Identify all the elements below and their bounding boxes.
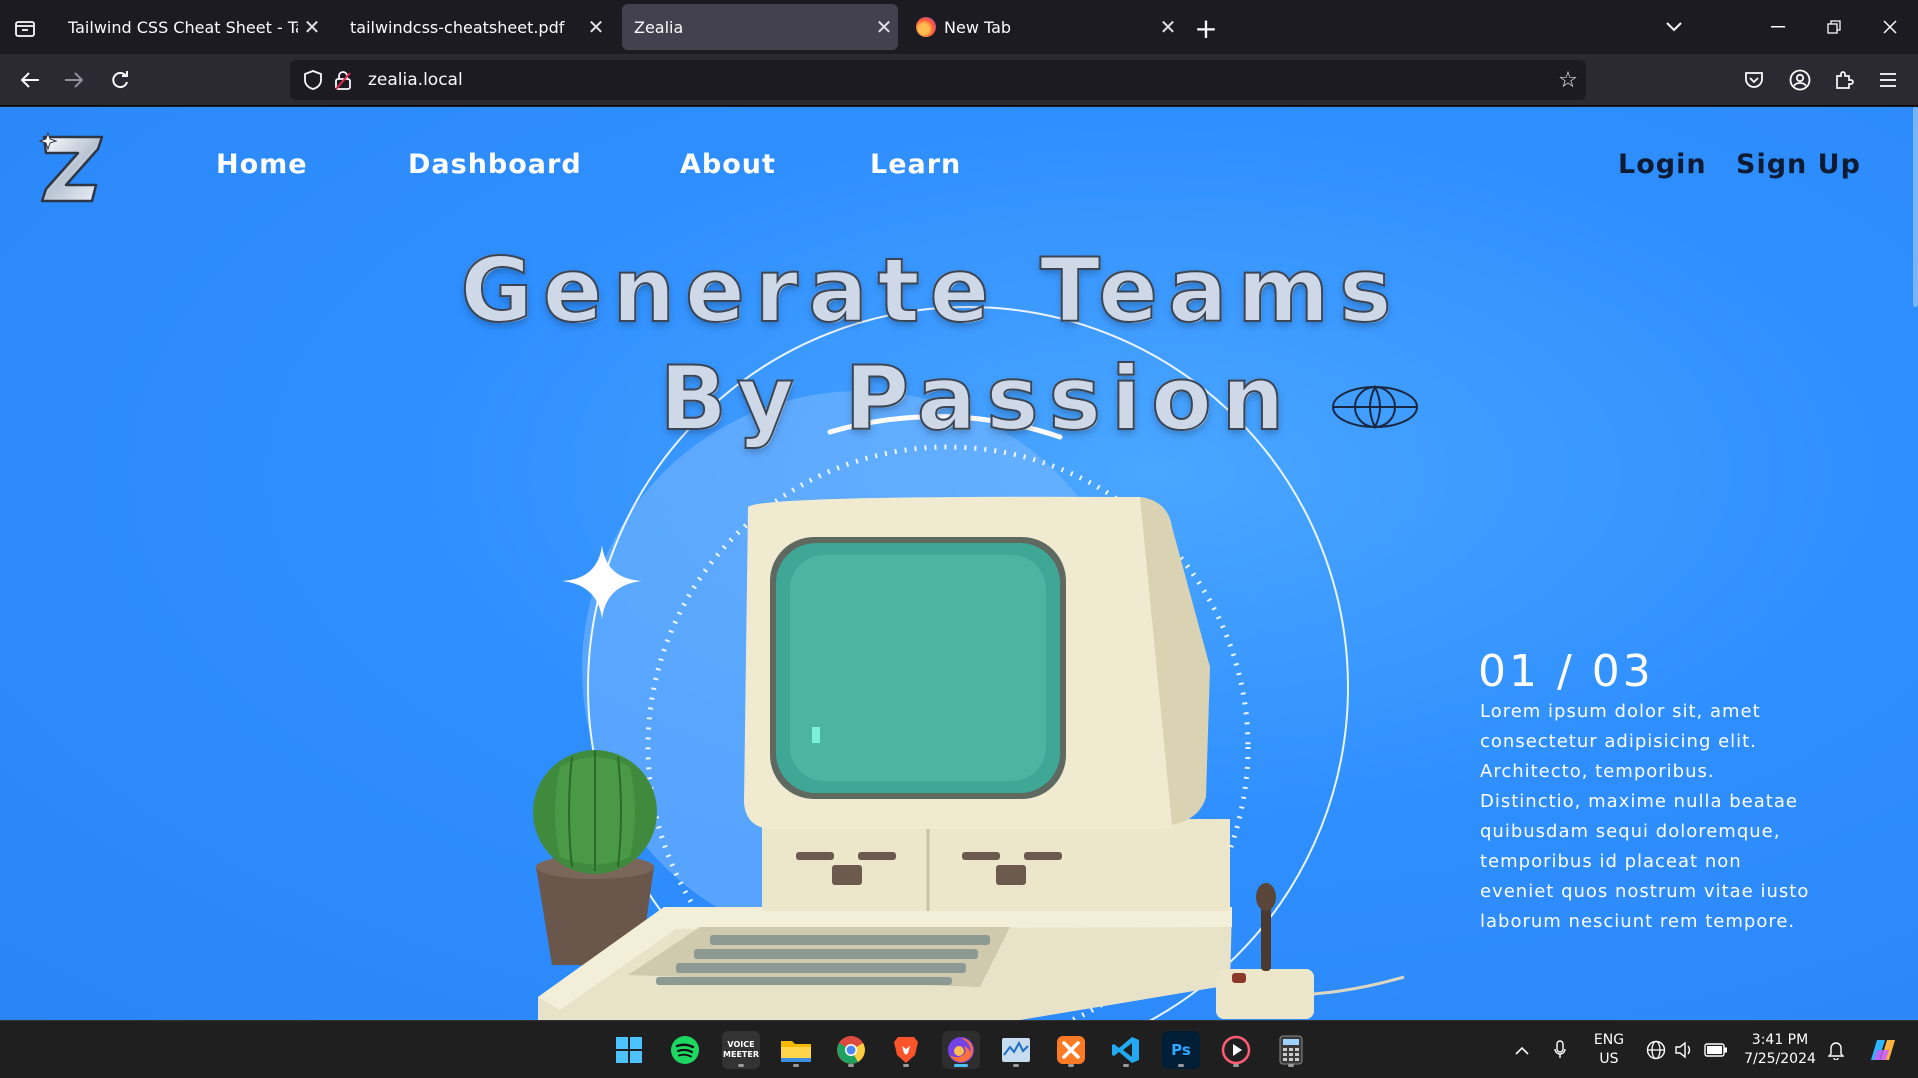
running-indicator bbox=[848, 1064, 854, 1067]
windows-taskbar: VOICE MEETER Ps ENG US 3:41 PM 7/25/2024 bbox=[0, 1020, 1918, 1078]
close-icon[interactable]: ✕ bbox=[582, 13, 610, 41]
minimize-icon[interactable] bbox=[1758, 10, 1798, 44]
language-label: ENG bbox=[1593, 1032, 1625, 1048]
tab-strip: Tailwind CSS Cheat Sheet - Tailwind ✕ ta… bbox=[0, 0, 1918, 54]
microphone-icon[interactable] bbox=[1546, 1021, 1574, 1078]
running-indicator bbox=[1123, 1064, 1129, 1067]
running-indicator bbox=[954, 1064, 968, 1067]
network-icon[interactable] bbox=[1642, 1021, 1670, 1078]
firefox-icon[interactable] bbox=[942, 1031, 980, 1069]
page-content: Home Dashboard About Learn Login Sign Up bbox=[0, 107, 1918, 1020]
battery-icon[interactable] bbox=[1700, 1021, 1732, 1078]
account-icon[interactable] bbox=[1782, 62, 1818, 98]
clock-date: 7/25/2024 bbox=[1744, 1051, 1816, 1067]
window-close-icon[interactable] bbox=[1870, 10, 1910, 44]
brave-icon[interactable] bbox=[887, 1031, 925, 1069]
chevron-down-icon[interactable] bbox=[1654, 10, 1694, 44]
hero-description: Lorem ipsum dolor sit, amet consectetur … bbox=[1480, 701, 1810, 932]
windows-start-icon[interactable] bbox=[610, 1031, 648, 1069]
new-tab-button[interactable]: + bbox=[1190, 12, 1222, 45]
calculator-icon[interactable] bbox=[1272, 1031, 1310, 1069]
hero-title-line1: Generate Teams bbox=[460, 238, 1402, 343]
language-indicator[interactable]: ENG US bbox=[1586, 1021, 1632, 1078]
region-label: US bbox=[1599, 1051, 1619, 1067]
navigation-toolbar: zealia.local ☆ bbox=[0, 54, 1918, 106]
tab-tailwind-pdf[interactable]: tailwindcss-cheatsheet.pdf ✕ bbox=[338, 4, 610, 50]
tab-title: New Tab bbox=[944, 17, 1012, 37]
tab-new-tab[interactable]: New Tab ✕ bbox=[904, 4, 1182, 50]
joystick bbox=[1215, 883, 1405, 1019]
bookmark-star-icon[interactable]: ☆ bbox=[1550, 68, 1586, 93]
chrome-icon[interactable] bbox=[832, 1031, 870, 1069]
chevron-up-icon[interactable] bbox=[1508, 1021, 1536, 1078]
copilot-icon[interactable] bbox=[1862, 1021, 1902, 1078]
running-indicator bbox=[738, 1064, 744, 1067]
xampp-icon[interactable] bbox=[1052, 1031, 1090, 1069]
voicemeeter-label: VOICE MEETER bbox=[723, 1040, 759, 1059]
volume-icon[interactable] bbox=[1670, 1021, 1698, 1078]
back-button[interactable] bbox=[12, 62, 48, 98]
menu-icon[interactable] bbox=[1870, 62, 1906, 98]
restore-icon[interactable] bbox=[1814, 10, 1854, 44]
photoshop-icon[interactable]: Ps bbox=[1162, 1031, 1200, 1069]
file-explorer-icon[interactable] bbox=[777, 1031, 815, 1069]
firefox-icon bbox=[916, 17, 936, 37]
close-icon[interactable]: ✕ bbox=[870, 13, 898, 41]
running-indicator bbox=[793, 1064, 799, 1067]
tab-title: Zealia bbox=[634, 17, 684, 37]
photoshop-label: Ps bbox=[1171, 1041, 1191, 1059]
hero-title-line2: By Passion bbox=[659, 346, 1295, 451]
notification-bell-icon[interactable] bbox=[1822, 1021, 1850, 1078]
url-text[interactable]: zealia.local bbox=[368, 70, 1550, 90]
spotify-icon[interactable] bbox=[666, 1031, 704, 1069]
voicemeeter-icon[interactable]: VOICE MEETER bbox=[722, 1031, 760, 1069]
shield-icon[interactable] bbox=[298, 65, 328, 95]
address-bar[interactable]: zealia.local ☆ bbox=[290, 60, 1586, 100]
running-indicator bbox=[1233, 1064, 1239, 1067]
pocket-icon[interactable] bbox=[1736, 62, 1772, 98]
running-indicator bbox=[1178, 1064, 1184, 1067]
tab-title: Tailwind CSS Cheat Sheet - Tailwind bbox=[68, 17, 298, 37]
reload-button[interactable] bbox=[102, 62, 138, 98]
extensions-icon[interactable] bbox=[1826, 62, 1862, 98]
slide-counter: 01 / 03 bbox=[1478, 646, 1654, 697]
tab-tailwind-cheatsheet[interactable]: Tailwind CSS Cheat Sheet - Tailwind ✕ bbox=[56, 4, 326, 50]
running-indicator bbox=[1013, 1064, 1019, 1067]
close-icon[interactable]: ✕ bbox=[1154, 13, 1182, 41]
resource-monitor-icon[interactable] bbox=[997, 1031, 1035, 1069]
vscode-icon[interactable] bbox=[1107, 1031, 1145, 1069]
lock-warning-icon[interactable] bbox=[328, 65, 358, 95]
running-indicator bbox=[903, 1064, 909, 1067]
running-indicator bbox=[1068, 1064, 1074, 1067]
clock[interactable]: 3:41 PM 7/25/2024 bbox=[1740, 1021, 1820, 1078]
media-player-icon[interactable] bbox=[1217, 1031, 1255, 1069]
clock-time: 3:41 PM bbox=[1751, 1032, 1809, 1048]
running-indicator bbox=[1288, 1064, 1294, 1067]
tab-zealia[interactable]: Zealia ✕ bbox=[622, 4, 898, 50]
tab-list-icon[interactable] bbox=[10, 14, 40, 42]
forward-button[interactable] bbox=[56, 62, 92, 98]
tab-title: tailwindcss-cheatsheet.pdf bbox=[350, 17, 565, 37]
close-icon[interactable]: ✕ bbox=[298, 13, 326, 41]
